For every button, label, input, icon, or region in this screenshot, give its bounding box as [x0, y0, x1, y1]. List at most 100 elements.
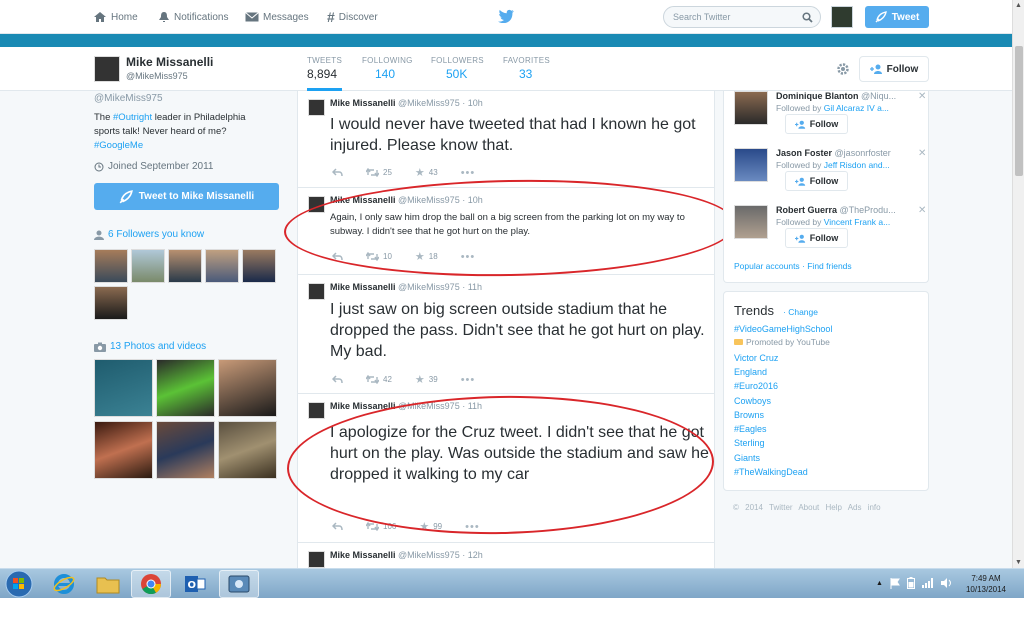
profile-avatar[interactable]	[94, 56, 120, 82]
trend-item[interactable]: #Euro2016	[734, 381, 778, 391]
tweet-item[interactable]: Mike Missanelli @MikeMiss975 · 10h Again…	[298, 188, 714, 275]
tweet-avatar[interactable]	[308, 99, 325, 116]
tweet-timestamp[interactable]: · 11h	[462, 401, 482, 411]
site-footer-links[interactable]: © 2014 Twitter About Help Ads info	[733, 503, 881, 512]
photo-thumbnail[interactable]	[94, 359, 153, 417]
nav-discover[interactable]: # Discover	[327, 0, 378, 34]
reply-button[interactable]	[332, 168, 343, 177]
favorite-button[interactable]: ★ 99	[419, 520, 442, 533]
tweet-item[interactable]: Mike Missanelli @MikeMiss975 · 10h I wou…	[298, 91, 714, 188]
scroll-down-icon[interactable]: ▼	[1015, 559, 1022, 566]
tweet-author-name[interactable]: Mike Missanelli	[330, 98, 396, 108]
taskbar-clock[interactable]: 7:49 AM 10/13/2014	[962, 573, 1010, 595]
tweet-avatar[interactable]	[308, 551, 325, 568]
photo-thumbnail[interactable]	[156, 421, 215, 479]
trends-change-link[interactable]: · Change	[783, 307, 818, 317]
suggested-name[interactable]: Jason Foster @jasonrfoster	[776, 148, 916, 158]
tweet-to-button[interactable]: Tweet to Mike Missanelli	[94, 183, 279, 210]
followers-you-know-link[interactable]: 6 Followers you know	[94, 229, 204, 240]
photo-thumbnail[interactable]	[156, 359, 215, 417]
suggested-avatar[interactable]	[734, 91, 768, 125]
more-options-icon[interactable]: •••	[461, 374, 476, 386]
suggested-name[interactable]: Dominique Blanton @Niqu...	[776, 91, 916, 101]
compose-tweet-button[interactable]: Tweet	[865, 6, 929, 28]
trend-item-promoted[interactable]: #VideoGameHighSchool	[734, 324, 832, 334]
bio-hashtag[interactable]: #GoogleMe	[94, 140, 143, 151]
retweet-button[interactable]: 10	[366, 252, 392, 261]
follower-avatar[interactable]	[168, 249, 202, 283]
follower-avatar[interactable]	[242, 249, 276, 283]
suggested-avatar[interactable]	[734, 205, 768, 239]
trend-item[interactable]: England	[734, 367, 767, 377]
retweet-button[interactable]: 42	[366, 375, 392, 384]
profile-name[interactable]: Mike Missanelli	[126, 55, 213, 69]
follower-avatar[interactable]	[131, 249, 165, 283]
start-button[interactable]	[3, 569, 35, 599]
trend-item[interactable]: Sterling	[734, 438, 765, 448]
tweet-author-name[interactable]: Mike Missanelli	[330, 401, 396, 411]
battery-icon[interactable]	[906, 577, 915, 589]
popular-accounts-links[interactable]: Popular accounts · Find friends	[734, 261, 852, 271]
dismiss-icon[interactable]: ✕	[918, 91, 926, 102]
retweet-button[interactable]: 106	[366, 522, 396, 531]
nav-messages[interactable]: Messages	[245, 0, 309, 34]
follower-avatar[interactable]	[205, 249, 239, 283]
tweet-author-name[interactable]: Mike Missanelli	[330, 282, 396, 292]
suggested-follow-button[interactable]: Follow	[785, 171, 848, 191]
scrollbar-thumb[interactable]	[1015, 46, 1023, 176]
retweet-button[interactable]: 25	[366, 168, 392, 177]
tweet-timestamp[interactable]: · 12h	[462, 550, 483, 560]
followed-by-link[interactable]: Vincent Frank a...	[824, 217, 890, 227]
twitter-bird-icon[interactable]	[498, 9, 514, 23]
reply-button[interactable]	[332, 522, 343, 531]
taskbar-outlook[interactable]: O	[175, 570, 215, 598]
taskbar-chrome[interactable]	[131, 570, 171, 598]
follower-avatar[interactable]	[94, 249, 128, 283]
favorite-button[interactable]: ★ 39	[415, 373, 438, 386]
nav-notifications[interactable]: Notifications	[158, 0, 228, 34]
taskbar-internet-explorer[interactable]	[44, 570, 84, 598]
taskbar-file-explorer[interactable]	[88, 570, 128, 598]
nav-home[interactable]: Home	[93, 0, 138, 34]
tweet-avatar[interactable]	[308, 196, 325, 213]
more-options-icon[interactable]: •••	[461, 167, 476, 179]
trend-item[interactable]: #TheWalkingDead	[734, 467, 808, 477]
followed-by-link[interactable]: Gil Alcaraz IV a...	[824, 103, 889, 113]
photos-videos-link[interactable]: 13 Photos and videos	[94, 341, 206, 352]
tweet-item[interactable]: Mike Missanelli @MikeMiss975 · 11h I jus…	[298, 275, 714, 394]
volume-icon[interactable]	[940, 578, 953, 588]
reply-button[interactable]	[332, 252, 343, 261]
dismiss-icon[interactable]: ✕	[918, 205, 926, 216]
signal-icon[interactable]	[921, 578, 934, 588]
bio-hashtag[interactable]: #Outright	[113, 112, 152, 123]
stat-tweets[interactable]: TWEETS 8,894	[307, 56, 343, 91]
tweet-timestamp[interactable]: · 10h	[462, 98, 483, 108]
taskbar-app[interactable]	[219, 570, 259, 598]
follow-button[interactable]: Follow	[859, 56, 929, 82]
tweet-item[interactable]: Mike Missanelli @MikeMiss975 · 12h	[298, 543, 714, 571]
tweet-author-name[interactable]: Mike Missanelli	[330, 195, 396, 205]
stat-followers[interactable]: FOLLOWERS 50K	[431, 56, 484, 81]
search-icon[interactable]	[802, 12, 813, 23]
trend-item[interactable]: Victor Cruz	[734, 353, 778, 363]
flag-icon[interactable]	[890, 577, 900, 589]
suggested-follow-button[interactable]: Follow	[785, 228, 848, 248]
stat-following[interactable]: FOLLOWING 140	[362, 56, 413, 81]
trend-item[interactable]: Cowboys	[734, 396, 771, 406]
search-input[interactable]: Search Twitter	[663, 6, 821, 28]
stat-favorites[interactable]: FAVORITES 33	[503, 56, 550, 81]
tweet-avatar[interactable]	[308, 283, 325, 300]
suggested-follow-button[interactable]: Follow	[785, 114, 848, 134]
more-options-icon[interactable]: •••	[461, 251, 476, 263]
tweet-timestamp[interactable]: · 10h	[462, 195, 483, 205]
account-avatar[interactable]	[831, 6, 853, 28]
trend-item[interactable]: Giants	[734, 453, 760, 463]
show-hidden-icons[interactable]: ▲	[876, 580, 883, 587]
scroll-up-icon[interactable]: ▲	[1015, 2, 1022, 9]
photo-thumbnail[interactable]	[218, 359, 277, 417]
photo-thumbnail[interactable]	[94, 421, 153, 479]
favorite-button[interactable]: ★ 18	[415, 250, 438, 263]
followed-by-link[interactable]: Jeff Risdon and...	[824, 160, 890, 170]
tweet-author-name[interactable]: Mike Missanelli	[330, 550, 396, 560]
page-scrollbar[interactable]: ▲ ▼	[1012, 0, 1024, 571]
